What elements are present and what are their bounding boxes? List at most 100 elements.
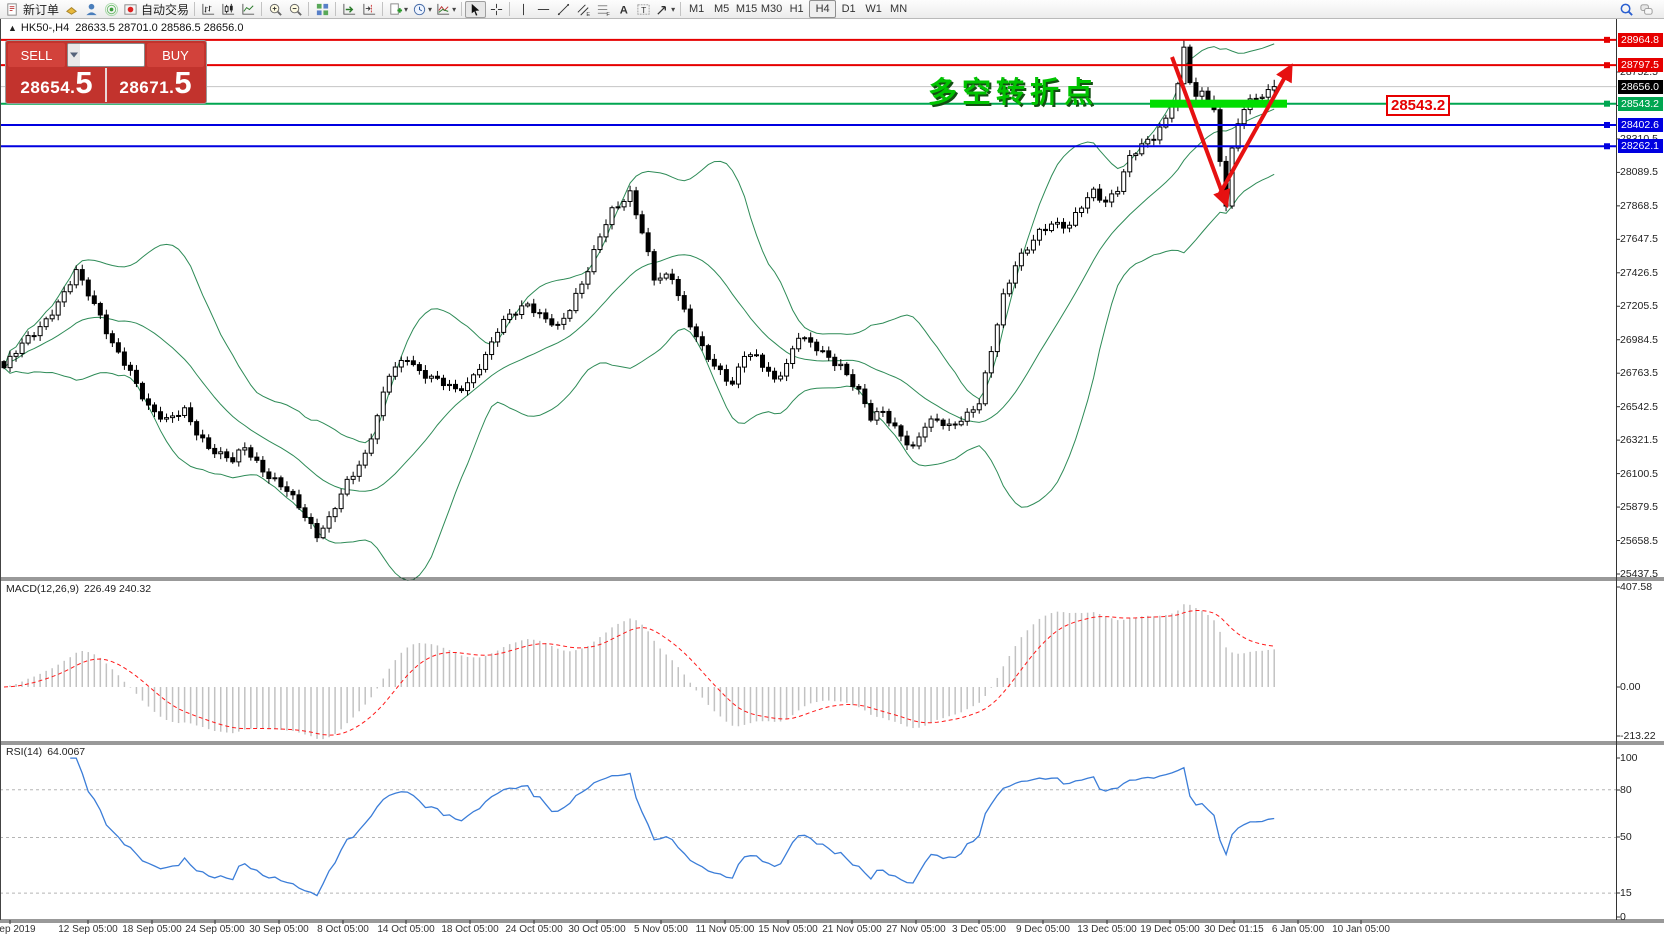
date-axis-label: 3 Dec 05:00	[952, 924, 1006, 935]
date-axis-label: 13 Dec 05:00	[1077, 924, 1137, 935]
svg-text:E: E	[586, 12, 590, 17]
timeframe-m5-button[interactable]: M5	[709, 1, 734, 17]
toolbar-right-group	[1616, 1, 1656, 18]
date-axis-label: 18 Sep 05:00	[122, 924, 182, 935]
timeframe-h1-button[interactable]: H1	[784, 1, 809, 17]
equidistant-channel-tool-button[interactable]: E	[573, 1, 593, 18]
search-icon[interactable]	[1616, 1, 1636, 18]
main-toolbar: 新订单自动交易▾▾▾EFAT▾M1M5M15M30H1H4D1W1MN	[0, 0, 1664, 19]
horizontal-line-tool-button[interactable]	[533, 1, 553, 18]
ohlc-values: 28633.5 28701.0 28586.5 28656.0	[75, 22, 243, 34]
date-axis-label: 8 Oct 05:00	[317, 924, 369, 935]
chat-icon[interactable]	[1636, 1, 1656, 18]
toolbar-separator	[382, 2, 383, 16]
buy-price[interactable]: 28671.5	[107, 68, 204, 102]
price-tick-label: 27647.5	[1620, 233, 1658, 245]
line-chart-icon[interactable]	[238, 1, 258, 18]
timeframe-h4-button[interactable]: H4	[809, 0, 836, 18]
chart-area: ▲ HK50-,H4 28633.5 28701.0 28586.5 28656.0…	[0, 19, 1664, 942]
price-tick-label: 27205.5	[1620, 300, 1658, 312]
date-axis-label: 14 Oct 05:00	[377, 924, 434, 935]
toolbar-separator	[261, 2, 262, 16]
sell-button[interactable]: SELL	[8, 43, 65, 67]
rsi-label: RSI(14)64.0067	[6, 746, 85, 758]
price-tick-label: 26763.5	[1620, 367, 1658, 379]
price-tick-label: 25437.5	[1620, 568, 1658, 580]
crosshair-tool-button[interactable]	[486, 1, 506, 18]
price-level-badge: 28402.6	[1618, 118, 1663, 132]
autotrade-button[interactable]: 自动交易	[121, 1, 191, 18]
price-tick-label: 26321.5	[1620, 434, 1658, 446]
date-axis-label: 18 Oct 05:00	[441, 924, 498, 935]
text-tool-button[interactable]: A	[613, 1, 633, 18]
macd-label: MACD(12,26,9)226.49 240.32	[6, 583, 151, 595]
chart-shift-icon[interactable]	[359, 1, 379, 18]
price-level-badge: 28797.5	[1618, 58, 1663, 72]
symbol-period-label: HK50-,H4	[21, 22, 69, 34]
vertical-line-tool-button[interactable]	[513, 1, 533, 18]
toolbar-separator	[509, 2, 510, 16]
templates-menu-button[interactable]: ▾	[434, 1, 458, 18]
toolbar-separator	[335, 2, 336, 16]
volume-stepper	[67, 43, 145, 67]
date-axis-label: 24 Sep 05:00	[185, 924, 245, 935]
rsi-scale-label: 80	[1620, 784, 1632, 796]
buy-button[interactable]: BUY	[147, 43, 204, 67]
price-level-badge: 28262.1	[1618, 139, 1663, 153]
new-order-button[interactable]: 新订单	[3, 1, 61, 18]
price-level-badge: 28543.2	[1618, 97, 1663, 111]
date-axis-label: 5 Sep 2019	[0, 924, 36, 935]
date-axis-label: 6 Jan 05:00	[1272, 924, 1324, 935]
rsi-scale-label: 100	[1620, 752, 1638, 764]
price-box-annotation[interactable]: 28543.2	[1386, 95, 1450, 116]
indicators-menu-button[interactable]: ▾	[386, 1, 410, 18]
date-axis-label: 10 Jan 05:00	[1332, 924, 1390, 935]
price-level-badge: 28964.8	[1618, 33, 1663, 47]
zoom-in-icon[interactable]	[265, 1, 285, 18]
periods-menu-button[interactable]: ▾	[410, 1, 434, 18]
bar-chart-icon[interactable]	[198, 1, 218, 18]
price-tick-label: 25658.5	[1620, 535, 1658, 547]
date-axis-label: 9 Dec 05:00	[1016, 924, 1070, 935]
turning-point-annotation[interactable]: 多空转折点	[928, 69, 1098, 111]
candlestick-chart-icon[interactable]	[218, 1, 238, 18]
zoom-out-icon[interactable]	[285, 1, 305, 18]
rsi-scale-label: 50	[1620, 831, 1632, 843]
volume-decrease-button[interactable]	[68, 44, 80, 66]
price-tick-label: 26984.5	[1620, 334, 1658, 346]
tile-windows-icon[interactable]	[312, 1, 332, 18]
one-click-trading-panel: SELL BUY 28654.5 28671.5	[5, 40, 207, 104]
trendline-tool-button[interactable]	[553, 1, 573, 18]
text-label-tool-button[interactable]: T	[633, 1, 653, 18]
macd-scale-label: -213.22	[1620, 730, 1656, 742]
timeframe-w1-button[interactable]: W1	[861, 1, 886, 17]
price-tick-label: 26542.5	[1620, 401, 1658, 413]
price-tick-label: 27868.5	[1620, 200, 1658, 212]
rsi-scale-label: 0	[1620, 911, 1626, 923]
signals-icon[interactable]	[101, 1, 121, 18]
timeframe-d1-button[interactable]: D1	[836, 1, 861, 17]
timeframe-m30-button[interactable]: M30	[759, 1, 784, 17]
fibonacci-tool-button[interactable]: F	[593, 1, 613, 18]
svg-text:F: F	[606, 12, 610, 17]
collapse-icon[interactable]: ▲	[8, 23, 17, 33]
sell-price[interactable]: 28654.5	[8, 68, 107, 102]
volume-input[interactable]	[80, 44, 145, 66]
date-axis-label: 21 Nov 05:00	[822, 924, 882, 935]
svg-text:A: A	[619, 4, 627, 16]
market-watch-icon[interactable]	[61, 1, 81, 18]
mt4-window: 新订单自动交易▾▾▾EFAT▾M1M5M15M30H1H4D1W1MN ▲HK5…	[0, 0, 1664, 942]
date-axis-label: 12 Sep 05:00	[58, 924, 118, 935]
macd-scale-label: 407.58	[1620, 581, 1652, 593]
timeframe-m15-button[interactable]: M15	[734, 1, 759, 17]
date-axis-label: 11 Nov 05:00	[696, 924, 755, 935]
price-chart[interactable]	[0, 19, 1664, 942]
date-axis-label: 27 Nov 05:00	[886, 924, 946, 935]
timeframe-m1-button[interactable]: M1	[684, 1, 709, 17]
arrows-menu-button[interactable]: ▾	[653, 1, 677, 18]
date-axis-label: 19 Dec 05:00	[1140, 924, 1200, 935]
timeframe-mn-button[interactable]: MN	[886, 1, 911, 17]
auto-scroll-icon[interactable]	[339, 1, 359, 18]
cursor-tool-button[interactable]	[465, 1, 486, 18]
accounts-icon[interactable]	[81, 1, 101, 18]
